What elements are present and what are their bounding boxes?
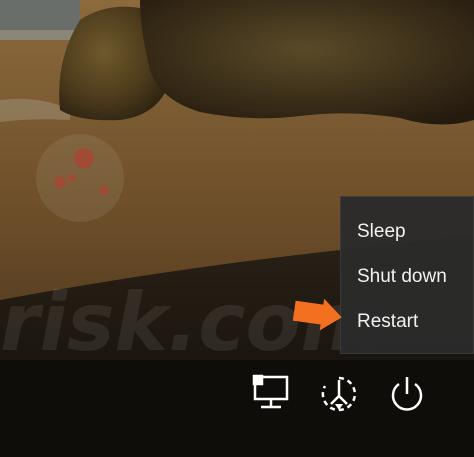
power-icon xyxy=(387,374,427,418)
network-icon xyxy=(251,374,291,418)
power-options-menu: Sleep Shut down Restart xyxy=(340,196,474,354)
ease-of-access-button[interactable] xyxy=(316,372,362,420)
menu-item-restart[interactable]: Restart xyxy=(341,299,473,344)
power-button[interactable] xyxy=(384,372,430,420)
network-button[interactable] xyxy=(248,372,294,420)
ease-of-access-icon xyxy=(319,374,359,418)
menu-item-shut-down[interactable]: Shut down xyxy=(341,254,473,299)
pointer-arrow-icon xyxy=(292,296,344,332)
lock-screen: risk.com Sleep Shut down Restart xyxy=(0,0,474,457)
lock-screen-tray xyxy=(248,372,438,422)
menu-item-sleep[interactable]: Sleep xyxy=(341,209,473,254)
